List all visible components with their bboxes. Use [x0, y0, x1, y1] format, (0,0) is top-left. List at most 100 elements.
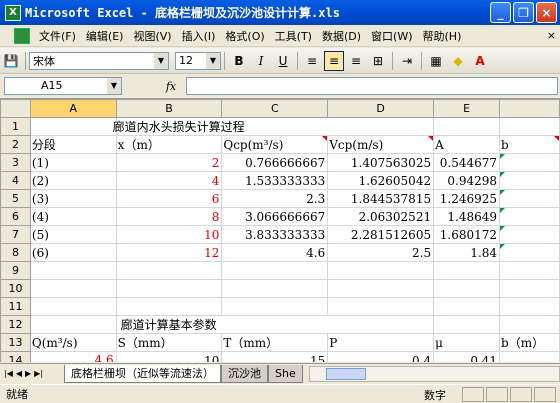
column-header-f[interactable]: [499, 99, 560, 118]
cell[interactable]: (2): [29, 171, 117, 190]
cell[interactable]: 2: [115, 153, 223, 172]
cell[interactable]: [327, 261, 435, 280]
font-name-combo[interactable]: 宋体 ▼: [29, 51, 169, 70]
cell[interactable]: [499, 351, 560, 362]
menu-data[interactable]: 数据(D): [317, 28, 366, 44]
cell[interactable]: [115, 279, 223, 298]
cell-section-title[interactable]: 廊道计算基本参数: [115, 315, 435, 334]
font-size-combo[interactable]: 12 ▼: [175, 51, 221, 70]
cell[interactable]: [221, 261, 329, 280]
row-header[interactable]: 12: [0, 315, 31, 334]
row-header[interactable]: 3: [0, 153, 31, 172]
column-header-e[interactable]: E: [433, 99, 501, 118]
cell[interactable]: [499, 279, 560, 298]
cell[interactable]: [499, 243, 560, 262]
row-header[interactable]: 8: [0, 243, 31, 262]
italic-button[interactable]: I: [251, 51, 271, 71]
cell[interactable]: [499, 297, 560, 316]
cell[interactable]: 1.84: [433, 243, 501, 262]
menu-tools[interactable]: 工具(T): [270, 28, 317, 44]
restore-button[interactable]: ❐: [513, 2, 534, 23]
row-header[interactable]: 1: [0, 117, 31, 136]
cell[interactable]: 8: [115, 207, 223, 226]
cell[interactable]: T（mm）: [221, 333, 329, 352]
last-sheet-icon[interactable]: ▶|: [34, 369, 43, 378]
cell[interactable]: [221, 297, 329, 316]
minimize-button[interactable]: _: [490, 2, 511, 23]
cell[interactable]: [29, 261, 117, 280]
cell[interactable]: 1.844537815: [327, 189, 435, 208]
align-left-icon[interactable]: ≡: [302, 51, 322, 71]
cell[interactable]: [327, 279, 435, 298]
row-header[interactable]: 2: [0, 135, 31, 154]
sheet-tab[interactable]: She: [268, 364, 303, 383]
cell[interactable]: 4.6: [29, 351, 117, 362]
cell[interactable]: 0.41: [433, 351, 501, 362]
cell[interactable]: Vcp(m/s): [327, 135, 435, 154]
horizontal-scrollbar[interactable]: [308, 365, 560, 382]
cell[interactable]: 4.6: [221, 243, 329, 262]
font-color-icon[interactable]: A: [470, 51, 490, 71]
close-workbook-button[interactable]: ×: [547, 29, 556, 42]
column-header-c[interactable]: C: [221, 99, 329, 118]
borders-icon[interactable]: ▦: [426, 51, 446, 71]
cell[interactable]: [221, 279, 329, 298]
menu-insert[interactable]: 插入(I): [177, 28, 221, 44]
cell[interactable]: [499, 207, 560, 226]
cell[interactable]: (3): [29, 189, 117, 208]
align-right-icon[interactable]: ≡: [346, 51, 366, 71]
workbook-icon[interactable]: [14, 27, 30, 44]
prev-sheet-icon[interactable]: ◀: [16, 369, 22, 378]
cell[interactable]: [115, 297, 223, 316]
cell[interactable]: 1.48649: [433, 207, 501, 226]
cell[interactable]: 0.94298: [433, 171, 501, 190]
select-all-corner[interactable]: [0, 99, 31, 118]
column-header-a[interactable]: A: [29, 99, 117, 118]
cell[interactable]: [29, 117, 117, 136]
cell[interactable]: 10: [115, 351, 223, 362]
cell[interactable]: 10: [115, 225, 223, 244]
cell[interactable]: [433, 117, 501, 136]
cell[interactable]: [29, 315, 117, 334]
row-header[interactable]: 4: [0, 171, 31, 190]
row-header[interactable]: 5: [0, 189, 31, 208]
cell[interactable]: 3.066666667: [221, 207, 329, 226]
row-header[interactable]: 11: [0, 297, 31, 316]
cell[interactable]: [29, 297, 117, 316]
cell[interactable]: x（m）: [115, 135, 223, 154]
cell[interactable]: [433, 279, 501, 298]
menu-edit[interactable]: 编辑(E): [81, 28, 129, 44]
first-sheet-icon[interactable]: |◀: [4, 369, 13, 378]
cell[interactable]: [29, 279, 117, 298]
indent-icon[interactable]: ⇥: [397, 51, 417, 71]
cell[interactable]: Qcp(m³/s): [221, 135, 329, 154]
cell[interactable]: [499, 171, 560, 190]
cell[interactable]: [499, 261, 560, 280]
cell[interactable]: P: [327, 333, 435, 352]
column-header-b[interactable]: B: [115, 99, 223, 118]
cell[interactable]: 2.06302521: [327, 207, 435, 226]
sheet-tab[interactable]: 沉沙池: [221, 364, 268, 383]
cell[interactable]: (4): [29, 207, 117, 226]
cell[interactable]: b: [499, 135, 560, 154]
cell[interactable]: A: [433, 135, 501, 154]
row-header[interactable]: 7: [0, 225, 31, 244]
cell[interactable]: 0.4: [327, 351, 435, 362]
cell[interactable]: 2.281512605: [327, 225, 435, 244]
menu-view[interactable]: 视图(V): [128, 28, 176, 44]
cell[interactable]: 1.680172: [433, 225, 501, 244]
next-sheet-icon[interactable]: ▶: [25, 369, 31, 378]
row-header[interactable]: 9: [0, 261, 31, 280]
cell[interactable]: 1.407563025: [327, 153, 435, 172]
save-icon[interactable]: 💾: [1, 51, 21, 71]
cell[interactable]: 6: [115, 189, 223, 208]
name-box[interactable]: A15 ▼: [4, 77, 122, 95]
chevron-down-icon[interactable]: ▼: [154, 52, 168, 69]
cell[interactable]: [433, 261, 501, 280]
cell[interactable]: [499, 189, 560, 208]
menu-file[interactable]: 文件(F): [34, 28, 81, 44]
cell[interactable]: [115, 261, 223, 280]
cell[interactable]: 0.544677: [433, 153, 501, 172]
cell[interactable]: 3.833333333: [221, 225, 329, 244]
cell[interactable]: 12: [115, 243, 223, 262]
